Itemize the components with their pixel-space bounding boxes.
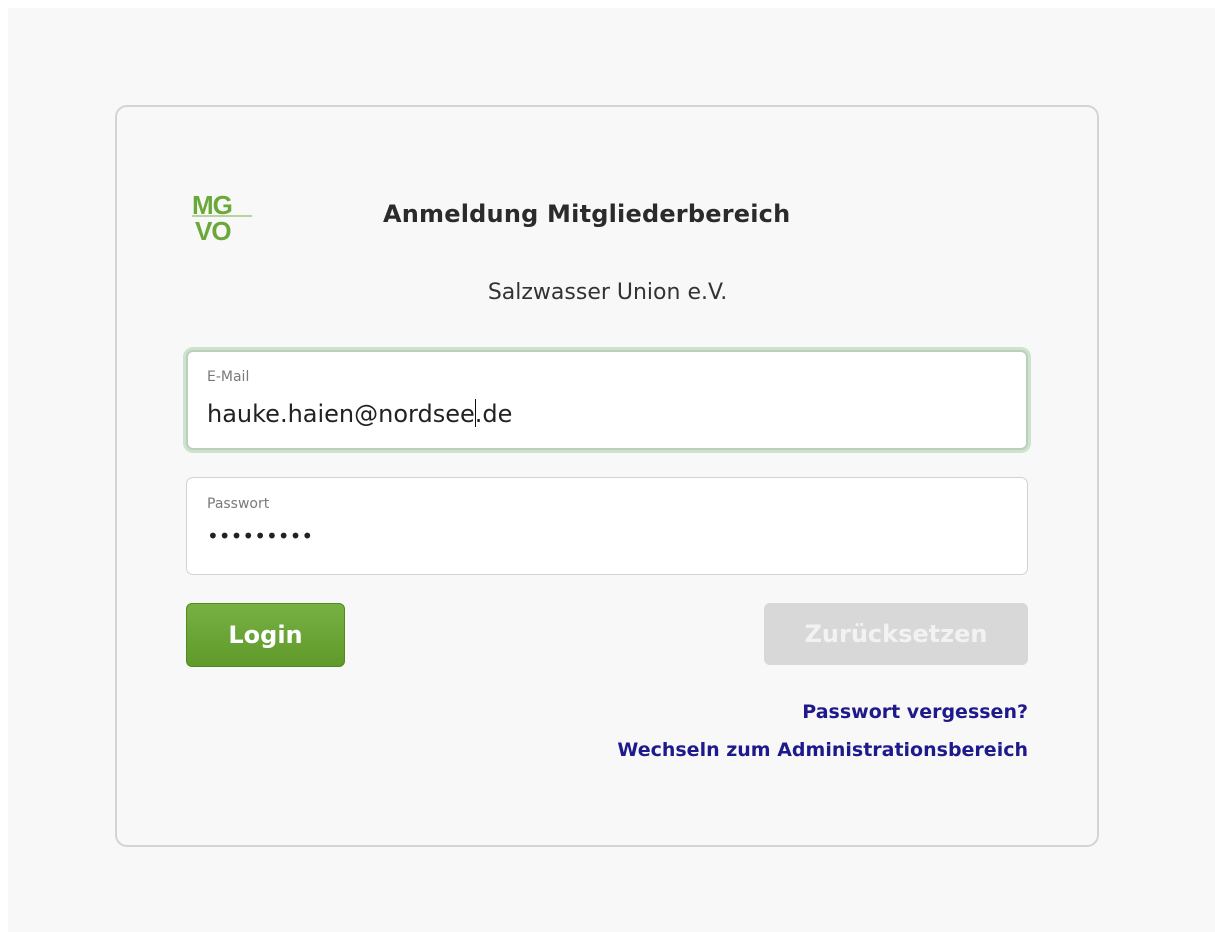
login-button[interactable]: Login [186, 603, 345, 667]
mgvo-logo-icon: MG VO [192, 192, 252, 242]
email-value-start: hauke.haien@nordsee [207, 400, 475, 428]
password-field[interactable]: Passwort ••••••••• [186, 477, 1028, 575]
organization-name: Salzwasser Union e.V. [487, 280, 728, 305]
reset-button[interactable]: Zurücksetzen [764, 603, 1028, 665]
svg-text:VO: VO [195, 216, 231, 242]
email-field[interactable]: E-Mail hauke.haien@nordsee.de [186, 350, 1028, 450]
email-input[interactable]: hauke.haien@nordsee.de [207, 399, 512, 428]
password-label: Passwort [207, 496, 270, 512]
email-label: E-Mail [207, 369, 250, 385]
forgot-password-link[interactable]: Passwort vergessen? [802, 701, 1028, 723]
switch-to-admin-link[interactable]: Wechseln zum Administrationsbereich [617, 739, 1028, 761]
page-title: Anmeldung Mitgliederbereich [383, 200, 791, 228]
password-input[interactable]: ••••••••• [207, 524, 313, 548]
email-value-end: .de [474, 400, 513, 428]
